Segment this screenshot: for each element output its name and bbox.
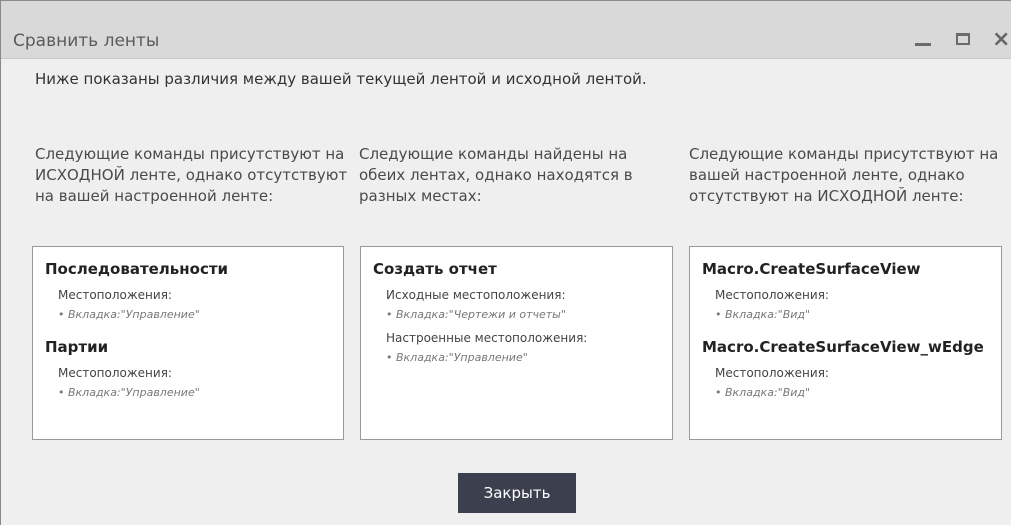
intro-text: Ниже показаны различия между вашей текущ… bbox=[35, 70, 647, 88]
close-icon: × bbox=[992, 27, 1011, 52]
locations-label: Местоположения: bbox=[58, 366, 172, 380]
locations-label: Местоположения: bbox=[58, 288, 172, 302]
custom-locations-label: Настроенные местоположения: bbox=[386, 331, 588, 345]
minimize-icon bbox=[915, 43, 931, 46]
command-name: Macro.CreateSurfaceView bbox=[702, 260, 921, 278]
close-window-button[interactable]: × bbox=[988, 24, 1011, 54]
command-name: Создать отчет bbox=[373, 260, 497, 278]
compare-ribbons-dialog: Сравнить ленты × Ниже показаны различия … bbox=[0, 0, 1011, 525]
maximize-icon bbox=[956, 33, 970, 45]
minimize-button[interactable] bbox=[910, 24, 936, 54]
removed-commands-panel[interactable]: Последовательности Местоположения: • Вкл… bbox=[32, 246, 344, 440]
command-name: Последовательности bbox=[45, 260, 229, 278]
title-bar[interactable]: Сравнить ленты × bbox=[1, 1, 1011, 59]
maximize-button[interactable] bbox=[952, 24, 978, 54]
locations-label: Местоположения: bbox=[715, 366, 829, 380]
window-title: Сравнить ленты bbox=[13, 31, 160, 51]
command-name: Macro.CreateSurfaceView_wEdge bbox=[702, 338, 984, 356]
added-commands-description: Следующие команды присутствуют на вашей … bbox=[689, 145, 999, 205]
moved-commands-panel[interactable]: Создать отчет Исходные местоположения: •… bbox=[360, 246, 673, 440]
locations-label: Местоположения: bbox=[715, 288, 829, 302]
command-name: Партии bbox=[45, 338, 109, 356]
moved-commands-description: Следующие команды найдены на обеих лента… bbox=[359, 145, 633, 205]
removed-commands-description: Следующие команды присутствуют на ИСХОДН… bbox=[35, 145, 348, 205]
location-item: • Вкладка:"Чертежи и отчеты" bbox=[386, 308, 566, 321]
location-item: • Вкладка:"Управление" bbox=[58, 386, 200, 399]
location-item: • Вкладка:"Управление" bbox=[386, 351, 528, 364]
location-item: • Вкладка:"Управление" bbox=[58, 308, 200, 321]
added-commands-panel[interactable]: Macro.CreateSurfaceView Местоположения: … bbox=[689, 246, 1002, 440]
location-item: • Вкладка:"Вид" bbox=[715, 308, 811, 321]
location-item: • Вкладка:"Вид" bbox=[715, 386, 811, 399]
close-button[interactable]: Закрыть bbox=[458, 473, 576, 513]
original-locations-label: Исходные местоположения: bbox=[386, 288, 566, 302]
